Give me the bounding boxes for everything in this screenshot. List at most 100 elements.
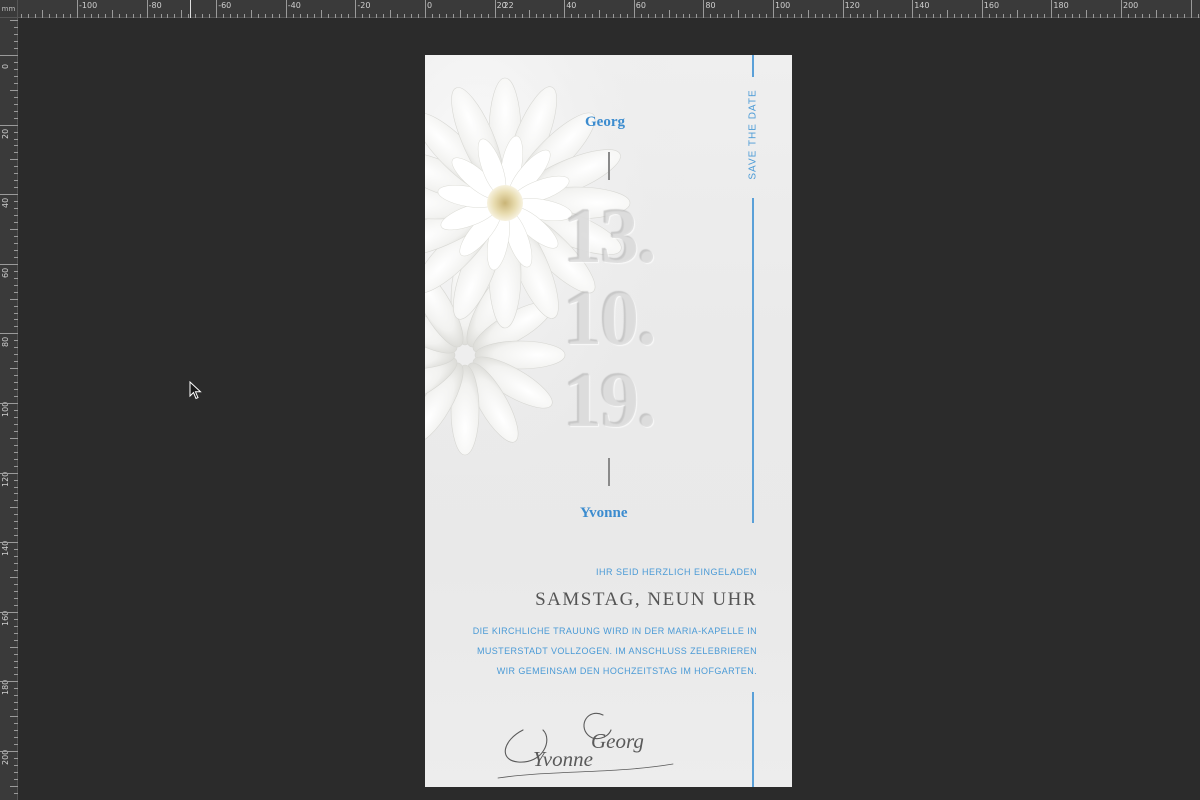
ruler-label: 40 <box>1 198 10 209</box>
ruler-tick <box>14 347 18 349</box>
ruler-label: 160 <box>983 1 1000 10</box>
ruler-tick <box>14 396 18 398</box>
blue-divider-bottom <box>752 692 754 787</box>
ruler-tick <box>717 14 719 18</box>
ruler-tick <box>14 375 18 377</box>
signature-monogram: Georg Yvonne <box>497 712 674 779</box>
ruler-tick <box>529 10 531 18</box>
ruler-tick <box>14 319 18 321</box>
ruler-tick <box>14 493 18 495</box>
ruler-tick <box>14 416 18 418</box>
ruler-tick <box>14 277 18 279</box>
ruler-tick <box>10 89 18 91</box>
ruler-tick <box>404 14 406 18</box>
ruler-tick <box>14 215 18 217</box>
ruler-label: -20 <box>357 1 371 10</box>
ruler-tick <box>1086 10 1088 18</box>
ruler-tick <box>146 0 148 18</box>
ruler-tick <box>14 201 18 203</box>
ruler-tick <box>77 0 78 18</box>
ruler-label: 180 <box>1 680 10 696</box>
ruler-tick <box>10 159 18 161</box>
ruler-vertical[interactable]: 0 20 40 60 80 100 120 140 160 180 200 <box>0 18 18 800</box>
ruler-tick <box>56 14 58 18</box>
ruler-tick <box>1162 14 1164 18</box>
ruler-cursor-marker <box>190 0 191 18</box>
ruler-tick <box>362 14 364 18</box>
ruler-horizontal[interactable]: -100 -80 -60 -40 -20 0 20 40 60 80 100 120 140 160 180… <box>0 0 1200 18</box>
ruler-tick <box>285 0 287 18</box>
ruler-tick <box>1141 14 1143 18</box>
ruler-tick <box>10 20 18 22</box>
ruler-tick <box>1155 10 1157 18</box>
ruler-tick <box>14 514 18 516</box>
ruler-label: 200 <box>1 749 10 765</box>
ruler-tick <box>14 270 18 272</box>
ruler-tick <box>264 14 266 18</box>
arrow-pointer-icon <box>189 381 202 400</box>
ruler-tick <box>14 382 18 384</box>
ruler-label: 140 <box>914 1 930 10</box>
ruler-tick <box>856 14 858 18</box>
ruler-tick <box>14 180 18 182</box>
ruler-tick <box>369 14 371 18</box>
ruler-tick <box>14 674 18 676</box>
ruler-tick <box>1072 14 1074 18</box>
date-month: 10. <box>563 274 656 361</box>
ruler-tick <box>230 14 232 18</box>
ruler-tick <box>14 570 18 572</box>
signature-line-2: Yvonne <box>533 747 593 771</box>
ruler-tick <box>10 437 18 439</box>
ruler-tick <box>14 660 18 662</box>
ruler-tick <box>480 14 482 18</box>
ruler-tick <box>14 702 18 704</box>
ruler-tick <box>501 14 503 18</box>
ruler-tick <box>14 305 18 307</box>
ruler-tick <box>10 785 18 787</box>
save-the-date-card[interactable]: SAVE THE DATE Georg 13. 10. 19. Yvonne I… <box>425 55 792 787</box>
ruler-tick <box>953 14 955 18</box>
ruler-tick <box>550 14 552 18</box>
ruler-tick <box>1190 0 1192 18</box>
ruler-tick <box>1065 14 1067 18</box>
ruler-tick <box>626 14 628 18</box>
ruler-tick <box>974 14 976 18</box>
ruler-tick <box>244 14 246 18</box>
ruler-tick <box>633 0 635 18</box>
ruler-label: 0 <box>427 1 433 10</box>
ruler-tick <box>271 14 273 18</box>
ruler-tick <box>14 235 18 237</box>
ruler-tick <box>1107 14 1109 18</box>
ruler-tick <box>14 242 18 244</box>
ruler-tick <box>508 14 510 18</box>
ruler-tick <box>487 14 489 18</box>
ruler-tick <box>10 298 18 300</box>
ruler-label: 100 <box>775 1 791 10</box>
ruler-tick <box>63 14 65 18</box>
ruler-tick <box>132 14 134 18</box>
ruler-tick <box>10 507 18 509</box>
ruler-tick <box>411 14 413 18</box>
ruler-tick <box>14 486 18 488</box>
ruler-tick <box>0 751 18 752</box>
ruler-tick <box>14 709 18 711</box>
ruler-tick <box>14 145 18 147</box>
ruler-tick <box>536 14 538 18</box>
ruler-tick <box>14 688 18 690</box>
ruler-tick <box>515 14 517 18</box>
ruler-tick <box>10 646 18 648</box>
ruler-tick <box>390 10 392 18</box>
ruler-tick <box>689 14 691 18</box>
ruler-tick <box>376 14 378 18</box>
ruler-tick <box>0 542 18 544</box>
ruler-label: -80 <box>148 1 162 10</box>
ruler-tick <box>431 14 433 18</box>
ruler-tick <box>14 389 18 391</box>
ruler-tick <box>891 14 893 18</box>
ruler-tick <box>292 14 294 18</box>
ruler-tick <box>251 10 252 18</box>
ruler-tick <box>1058 14 1060 18</box>
ruler-tick <box>0 263 18 265</box>
ruler-tick <box>14 563 18 565</box>
invite-body-line: MUSTERSTADT VOLLZOGEN. IM ANSCHLUSS ZELE… <box>476 646 757 656</box>
